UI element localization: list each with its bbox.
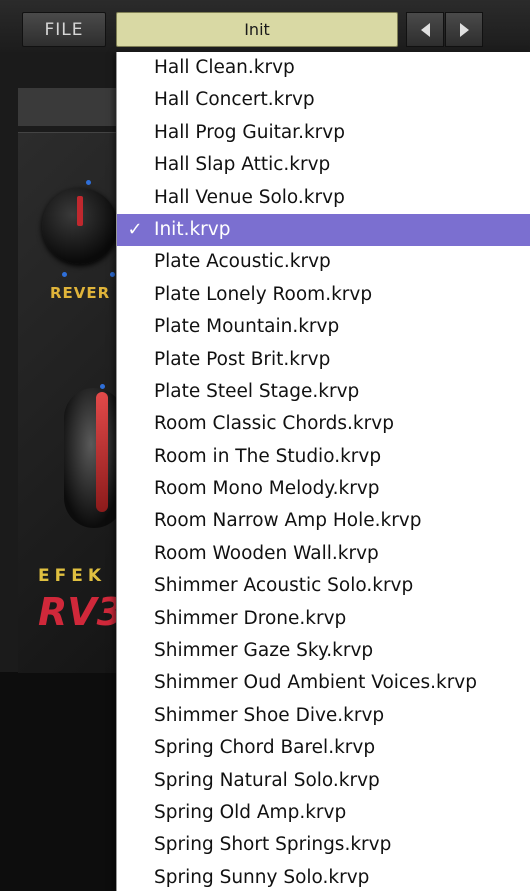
next-preset-button[interactable] [445, 12, 483, 47]
preset-menu-item[interactable]: Shimmer Oud Ambient Voices.krvp [117, 667, 530, 699]
preset-menu-item-label: Hall Prog Guitar.krvp [154, 121, 345, 143]
reverb-knob[interactable] [42, 188, 118, 264]
preset-menu-item-label: Spring Old Amp.krvp [154, 801, 347, 823]
knob-dot [110, 272, 115, 277]
knob-indicator [77, 196, 83, 226]
preset-menu-item-label: Hall Clean.krvp [154, 57, 295, 78]
mix-knob-dot [100, 384, 105, 389]
preset-menu-item-label: Shimmer Shoe Dive.krvp [154, 704, 385, 726]
checkmark-icon: ✓ [127, 218, 143, 240]
preset-menu-item[interactable]: Plate Steel Stage.krvp [117, 376, 530, 408]
preset-menu-item[interactable]: Hall Prog Guitar.krvp [117, 117, 530, 149]
preset-menu-item-label: Plate Mountain.krvp [154, 316, 340, 338]
preset-menu-item-label: Shimmer Gaze Sky.krvp [154, 640, 374, 662]
preset-menu-item[interactable]: ✓ Init.krvp [117, 213, 530, 247]
plugin-header-strip [18, 88, 128, 126]
preset-menu-item-label: Plate Lonely Room.krvp [154, 283, 373, 305]
preset-menu-item[interactable]: Room Narrow Amp Hole.krvp [117, 505, 530, 537]
preset-menu-item[interactable]: Plate Mountain.krvp [117, 311, 530, 343]
mix-knob[interactable] [64, 388, 124, 528]
preset-menu-item-label: Room Narrow Amp Hole.krvp [154, 510, 422, 532]
preset-menu-item-label: Hall Venue Solo.krvp [154, 186, 345, 208]
preset-menu-item[interactable]: Shimmer Gaze Sky.krvp [117, 635, 530, 667]
preset-menu-item-label: Spring Natural Solo.krvp [154, 769, 380, 791]
preset-menu-item-label: Plate Steel Stage.krvp [154, 380, 360, 402]
preset-menu-item-label: Room Mono Melody.krvp [154, 478, 380, 500]
preset-menu-item[interactable]: Spring Sunny Solo.krvp [117, 862, 530, 891]
preset-menu-item[interactable]: Spring Short Springs.krvp [117, 829, 530, 861]
preset-menu-item[interactable]: Hall Concert.krvp [117, 84, 530, 116]
preset-menu-item[interactable]: Plate Acoustic.krvp [117, 246, 530, 278]
previous-preset-button[interactable] [406, 12, 444, 47]
knob-dot [86, 180, 91, 185]
preset-menu-item-label: Plate Post Brit.krvp [154, 348, 331, 370]
preset-menu-item-label: Hall Slap Attic.krvp [154, 154, 331, 176]
preset-menu-item-label: Shimmer Acoustic Solo.krvp [154, 575, 414, 597]
triangle-right-icon [459, 22, 469, 37]
reverb-label: REVER [50, 284, 111, 302]
preset-menu-item-label: Room Classic Chords.krvp [154, 413, 394, 435]
preset-menu-item[interactable]: Spring Natural Solo.krvp [117, 765, 530, 797]
preset-menu-item[interactable]: Room Wooden Wall.krvp [117, 538, 530, 570]
brand-label: EFEK [38, 566, 107, 586]
preset-menu-item[interactable]: Plate Post Brit.krvp [117, 344, 530, 376]
preset-menu-item-label: Room Wooden Wall.krvp [154, 542, 379, 564]
preset-menu-item[interactable]: Shimmer Drone.krvp [117, 603, 530, 635]
preset-menu-item-label: Room in The Studio.krvp [154, 445, 382, 467]
preset-menu-item[interactable]: Shimmer Shoe Dive.krvp [117, 700, 530, 732]
preset-menu-item[interactable]: Room in The Studio.krvp [117, 441, 530, 473]
triangle-left-icon [420, 22, 430, 37]
preset-menu-item[interactable]: Spring Old Amp.krvp [117, 797, 530, 829]
preset-name-field[interactable]: Init [116, 12, 398, 47]
preset-menu-item-label: Spring Chord Barel.krvp [154, 737, 376, 759]
preset-menu-item[interactable]: Hall Venue Solo.krvp [117, 182, 530, 214]
preset-menu-item-label: Spring Sunny Solo.krvp [154, 866, 370, 888]
preset-menu-item-label: Hall Concert.krvp [154, 89, 315, 111]
knob-dot [62, 272, 67, 277]
preset-menu-item-label: Shimmer Drone.krvp [154, 607, 347, 629]
preset-dropdown-menu: Hall Clean.krvp Hall Concert.krvp Hall Pro… [116, 52, 530, 891]
preset-menu-item[interactable]: Plate Lonely Room.krvp [117, 279, 530, 311]
preset-menu-item[interactable]: Shimmer Acoustic Solo.krvp [117, 570, 530, 602]
preset-menu-item-label: Spring Short Springs.krvp [154, 834, 392, 856]
file-menu-button[interactable]: FILE [22, 12, 106, 47]
model-label: RV3 [38, 590, 124, 634]
mix-knob-indicator [96, 392, 108, 512]
preset-toolbar: FILE Init [0, 0, 530, 53]
preset-menu-item[interactable]: Spring Chord Barel.krvp [117, 732, 530, 764]
preset-menu-item[interactable]: Room Mono Melody.krvp [117, 473, 530, 505]
preset-menu-item[interactable]: Hall Clean.krvp [117, 52, 530, 84]
preset-menu-item-label: Plate Acoustic.krvp [154, 251, 331, 273]
preset-menu-item[interactable]: Room Classic Chords.krvp [117, 408, 530, 440]
preset-menu-item[interactable]: Hall Slap Attic.krvp [117, 149, 530, 181]
preset-menu-item-label: Init.krvp [154, 218, 231, 240]
preset-menu-item-label: Shimmer Oud Ambient Voices.krvp [154, 672, 477, 694]
